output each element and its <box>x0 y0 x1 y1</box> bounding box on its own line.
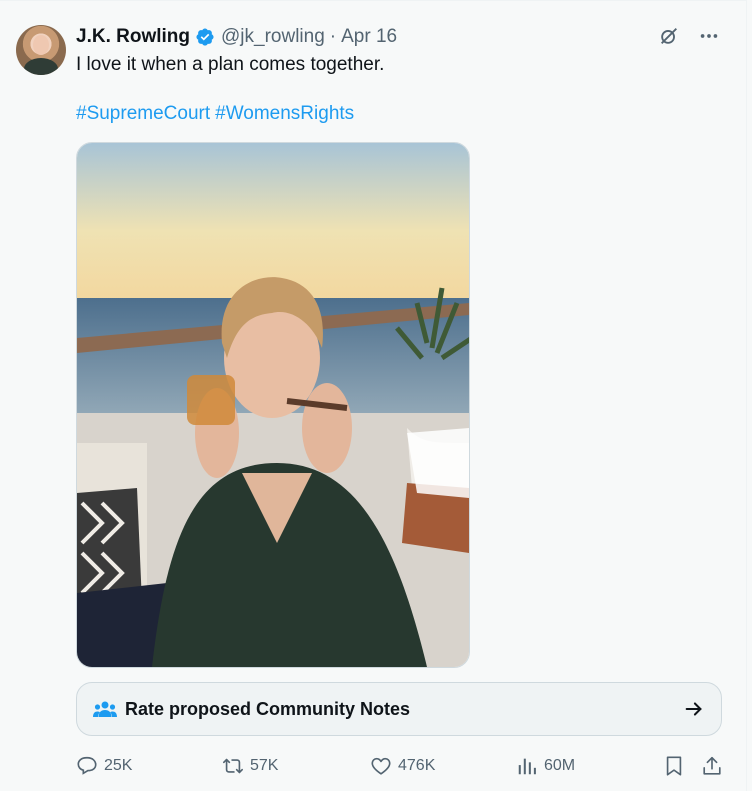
community-icon <box>93 699 117 721</box>
bookmark-icon[interactable] <box>663 755 685 777</box>
hashtags: #SupremeCourt #WomensRights <box>76 102 354 126</box>
reply-count: 25K <box>104 757 133 774</box>
repost-icon <box>223 758 243 774</box>
arrow-right-icon <box>683 698 705 720</box>
tweet-header: J.K. Rowling @jk_rowling · Apr 16 <box>76 25 397 49</box>
action-bar: 25K 57K 476K 60M <box>76 755 726 779</box>
author-name[interactable]: J.K. Rowling <box>76 26 190 48</box>
tweet-card[interactable]: J.K. Rowling @jk_rowling · Apr 16 I love… <box>0 0 747 791</box>
like-button[interactable]: 476K <box>370 755 435 777</box>
avatar[interactable] <box>16 25 66 75</box>
community-notes-button[interactable]: Rate proposed Community Notes <box>76 682 722 736</box>
reply-icon <box>77 756 97 775</box>
community-notes-label: Rate proposed Community Notes <box>125 699 411 719</box>
like-icon <box>371 757 391 775</box>
tweet-text: I love it when a plan comes together. <box>76 54 385 75</box>
like-count: 476K <box>398 757 436 774</box>
more-icon[interactable] <box>698 25 720 47</box>
share-icon[interactable] <box>701 755 723 777</box>
post-date[interactable]: Apr 16 <box>341 26 397 48</box>
separator-dot: · <box>329 26 337 47</box>
hashtag-link[interactable]: #SupremeCourt <box>76 103 210 124</box>
repost-count: 57K <box>250 757 279 774</box>
views-button[interactable]: 60M <box>516 755 575 777</box>
hashtag-link[interactable]: #WomensRights <box>215 103 354 124</box>
reply-button[interactable]: 25K <box>76 755 132 777</box>
author-handle[interactable]: @jk_rowling <box>221 26 325 48</box>
header-actions <box>658 25 720 47</box>
repost-button[interactable]: 57K <box>222 755 278 777</box>
tweet-photo[interactable] <box>76 142 470 668</box>
views-count: 60M <box>544 757 576 774</box>
verified-badge-icon[interactable] <box>195 27 215 47</box>
views-icon <box>518 758 536 775</box>
grok-icon[interactable] <box>658 25 680 47</box>
